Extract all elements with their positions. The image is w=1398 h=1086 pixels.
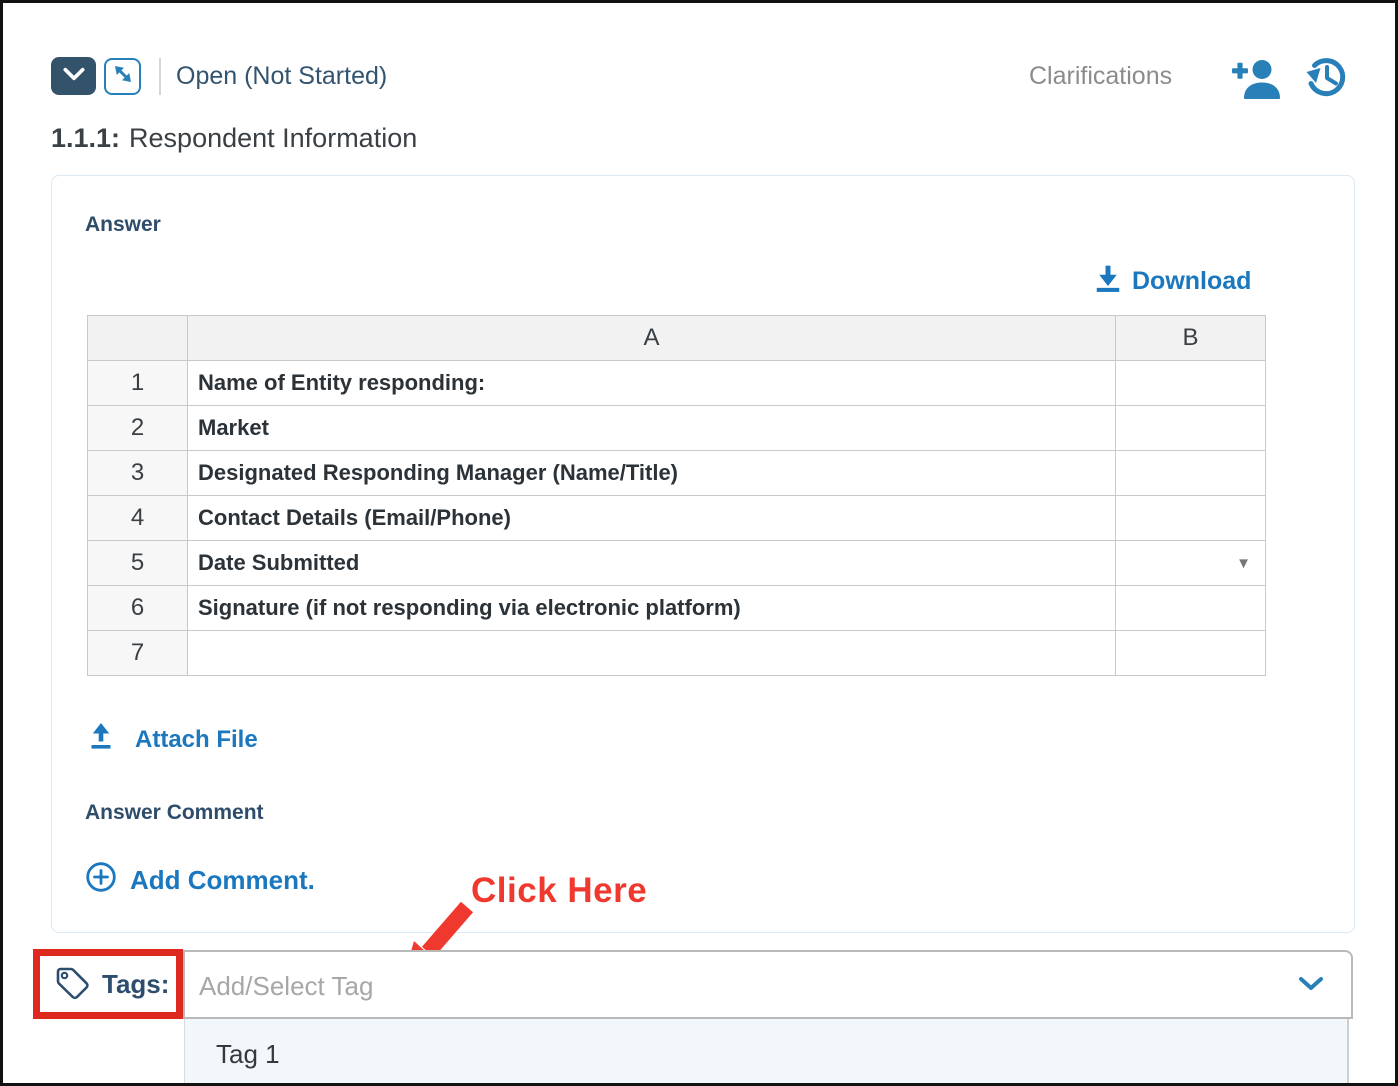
table-row: 1Name of Entity responding: xyxy=(88,361,1266,406)
click-here-annotation: Click Here xyxy=(471,871,647,911)
row-number-cell: 6 xyxy=(88,586,188,631)
column-header-b[interactable]: B xyxy=(1116,316,1266,361)
tags-label-highlight-box: Tags: xyxy=(33,949,183,1019)
question-number: 1.1.1: xyxy=(51,123,120,153)
upload-icon xyxy=(87,721,115,758)
collapse-button[interactable] xyxy=(51,57,96,95)
corner-cell xyxy=(88,316,188,361)
answer-label: Answer xyxy=(85,213,161,237)
row-number-cell: 4 xyxy=(88,496,188,541)
clarifications-label[interactable]: Clarifications xyxy=(1029,62,1172,91)
cell-b[interactable] xyxy=(1116,406,1266,451)
download-label: Download xyxy=(1132,267,1251,296)
column-header-a[interactable]: A xyxy=(188,316,1116,361)
question-title-text: Respondent Information xyxy=(129,123,417,153)
answer-spreadsheet: A B 1Name of Entity responding:2Market3D… xyxy=(87,315,1266,676)
row-number-cell: 1 xyxy=(88,361,188,406)
cell-b[interactable] xyxy=(1116,496,1266,541)
sheet-header-row: A B xyxy=(88,316,1266,361)
download-link[interactable]: Download xyxy=(1093,263,1251,300)
row-number-cell: 5 xyxy=(88,541,188,586)
add-comment-label: Add Comment. xyxy=(130,865,315,896)
chevron-down-icon xyxy=(61,63,87,90)
table-row: 2Market xyxy=(88,406,1266,451)
row-number-cell: 2 xyxy=(88,406,188,451)
add-comment-link[interactable]: Add Comment. xyxy=(85,861,315,900)
add-person-icon[interactable] xyxy=(1231,57,1281,104)
question-title: 1.1.1: Respondent Information xyxy=(51,123,417,154)
tag-dropdown-panel: Tag 1 xyxy=(184,1019,1349,1086)
question-detail-page: Open (Not Started) Clarifications 1.1.1:… xyxy=(0,0,1398,1086)
cell-a[interactable]: Date Submitted xyxy=(188,541,1116,586)
tag-option[interactable]: Tag 1 xyxy=(185,1019,1347,1069)
attach-file-link[interactable]: Attach File xyxy=(87,721,258,758)
cell-b[interactable]: ▼ xyxy=(1116,541,1266,586)
tag-icon xyxy=(53,964,93,1004)
cell-b[interactable] xyxy=(1116,451,1266,496)
cell-b[interactable] xyxy=(1116,361,1266,406)
select-chevron-down-icon[interactable] xyxy=(1297,975,1325,998)
table-row: 6Signature (if not responding via electr… xyxy=(88,586,1266,631)
toolbar-divider xyxy=(159,58,161,95)
cell-a[interactable]: Market xyxy=(188,406,1116,451)
cell-a[interactable]: Designated Responding Manager (Name/Titl… xyxy=(188,451,1116,496)
tags-label: Tags: xyxy=(102,969,169,1000)
table-row: 5Date Submitted▼ xyxy=(88,541,1266,586)
tag-input-placeholder: Add/Select Tag xyxy=(199,971,373,1002)
plus-circle-icon xyxy=(85,861,117,900)
answer-comment-label: Answer Comment xyxy=(85,801,264,825)
table-row: 4Contact Details (Email/Phone) xyxy=(88,496,1266,541)
attach-file-label: Attach File xyxy=(135,726,258,754)
cell-a[interactable]: Contact Details (Email/Phone) xyxy=(188,496,1116,541)
cell-a[interactable]: Signature (if not responding via electro… xyxy=(188,586,1116,631)
download-icon xyxy=(1093,263,1123,300)
cell-b[interactable] xyxy=(1116,631,1266,676)
status-text: Open (Not Started) xyxy=(176,62,387,91)
table-row: 7 xyxy=(88,631,1266,676)
row-number-cell: 3 xyxy=(88,451,188,496)
cell-a[interactable]: Name of Entity responding: xyxy=(188,361,1116,406)
table-row: 3Designated Responding Manager (Name/Tit… xyxy=(88,451,1266,496)
expand-button[interactable] xyxy=(104,58,141,95)
cell-b[interactable] xyxy=(1116,586,1266,631)
cell-a[interactable] xyxy=(188,631,1116,676)
expand-diagonal-icon xyxy=(111,62,135,91)
history-icon[interactable] xyxy=(1304,55,1348,104)
row-number-cell: 7 xyxy=(88,631,188,676)
